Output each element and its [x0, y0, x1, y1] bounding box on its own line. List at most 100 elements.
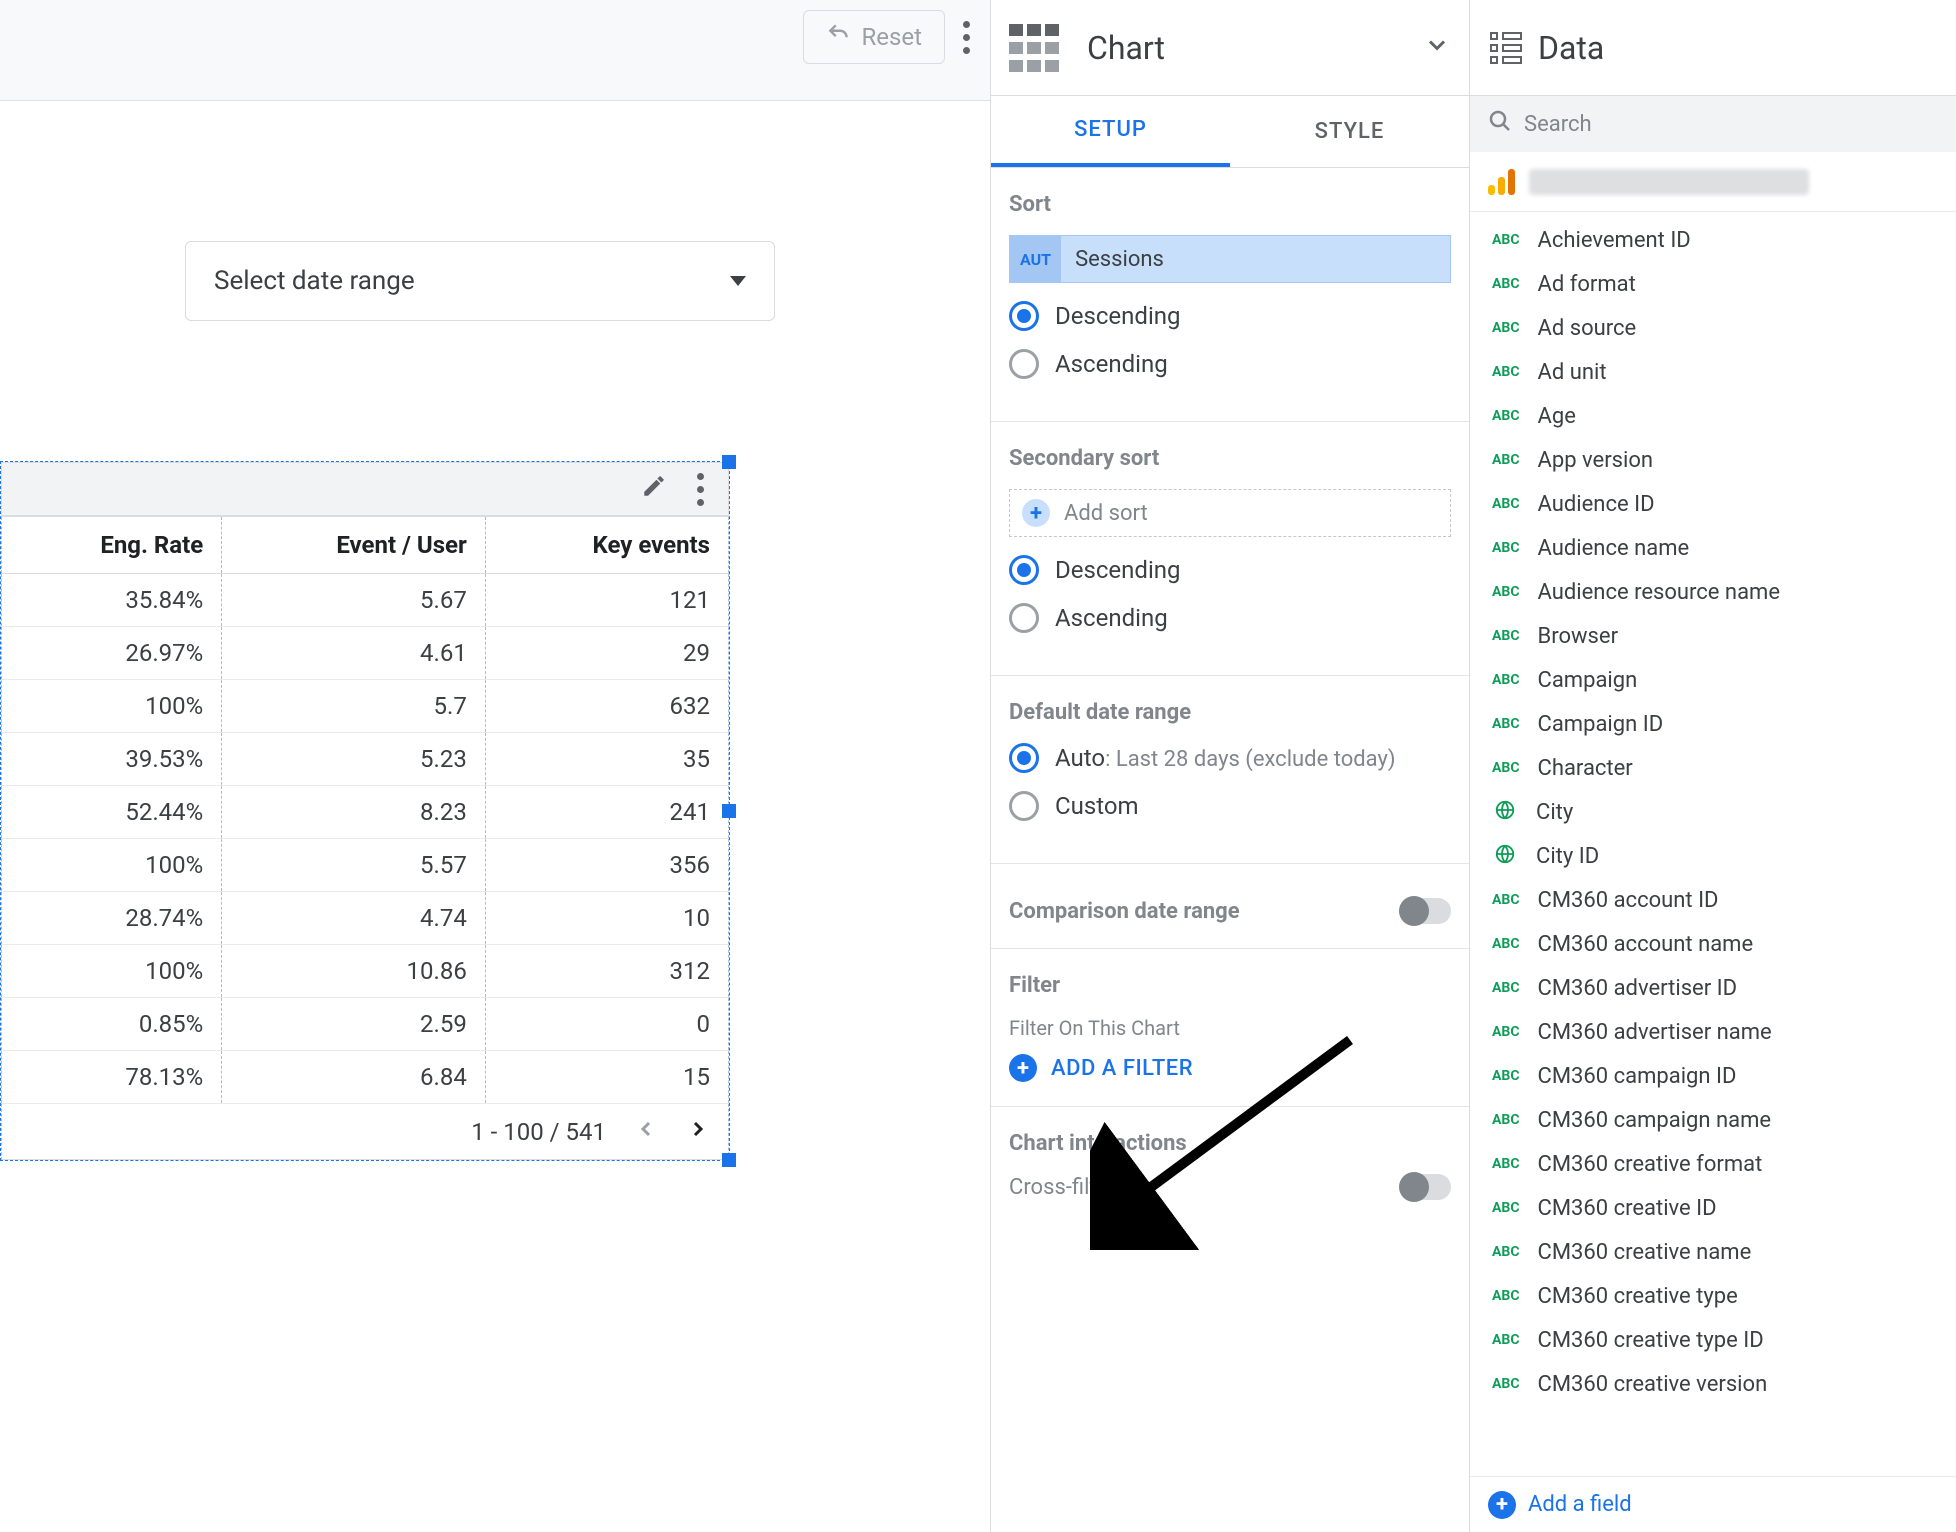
table-cell: 312: [485, 945, 728, 998]
field-label: App version: [1538, 448, 1654, 473]
next-page-button[interactable]: [686, 1114, 710, 1149]
chart-more-options[interactable]: [697, 473, 704, 506]
table-chart-selected[interactable]: Eng. RateEvent / UserKey events 35.84%5.…: [0, 461, 730, 1161]
data-panel-icon: [1490, 32, 1522, 64]
data-source-row[interactable]: [1470, 152, 1956, 212]
section-default-date-range: Default date range Auto: Last 28 days (e…: [991, 676, 1469, 864]
edit-icon[interactable]: [641, 473, 667, 506]
secondary-sort-ascending-radio[interactable]: Ascending: [1009, 603, 1451, 633]
table-row[interactable]: 28.74%4.7410: [2, 892, 729, 945]
data-panel: Data Search ABCAchievement IDABCAd forma…: [1470, 0, 1956, 1532]
field-item[interactable]: ABCCM360 account ID: [1470, 878, 1956, 922]
table-row[interactable]: 52.44%8.23241: [2, 786, 729, 839]
date-range-custom-radio[interactable]: Custom: [1009, 791, 1451, 821]
field-item[interactable]: ABCAudience ID: [1470, 482, 1956, 526]
table-column-header[interactable]: Key events: [485, 517, 728, 574]
sort-ascending-radio[interactable]: Ascending: [1009, 349, 1451, 379]
tab-style[interactable]: STYLE: [1230, 96, 1469, 167]
field-label: CM360 creative ID: [1538, 1196, 1717, 1221]
comparison-date-range-toggle[interactable]: [1399, 898, 1451, 924]
field-item[interactable]: ABCAd unit: [1470, 350, 1956, 394]
chart-type-selector[interactable]: Chart: [991, 0, 1469, 96]
table-cell: 356: [485, 839, 728, 892]
text-type-icon: ABC: [1488, 362, 1524, 382]
field-item[interactable]: ABCCM360 campaign ID: [1470, 1054, 1956, 1098]
table-row[interactable]: 39.53%5.2335: [2, 733, 729, 786]
table-row[interactable]: 0.85%2.590: [2, 998, 729, 1051]
field-item[interactable]: ABCAudience name: [1470, 526, 1956, 570]
field-item[interactable]: ABCCampaign ID: [1470, 702, 1956, 746]
field-item[interactable]: ABCCM360 creative version: [1470, 1362, 1956, 1406]
add-field-button[interactable]: + Add a field: [1470, 1476, 1956, 1532]
field-item[interactable]: ABCBrowser: [1470, 614, 1956, 658]
table-column-header[interactable]: Eng. Rate: [2, 517, 222, 574]
date-range-auto-radio[interactable]: Auto: Last 28 days (exclude today): [1009, 743, 1451, 773]
table-cell: 121: [485, 574, 728, 627]
sort-field-chip[interactable]: AUT Sessions: [1009, 235, 1451, 283]
field-item[interactable]: ABCCM360 advertiser name: [1470, 1010, 1956, 1054]
field-label: CM360 creative format: [1538, 1152, 1763, 1177]
field-label: Browser: [1538, 624, 1619, 649]
table-cell: 10.86: [222, 945, 486, 998]
prev-page-button[interactable]: [634, 1114, 658, 1149]
data-table: Eng. RateEvent / UserKey events 35.84%5.…: [1, 516, 729, 1104]
table-row[interactable]: 100%5.7632: [2, 680, 729, 733]
field-item[interactable]: ABCCM360 creative ID: [1470, 1186, 1956, 1230]
filter-subtitle: Filter On This Chart: [1009, 1016, 1451, 1040]
field-item[interactable]: ABC Ad source: [1470, 306, 1956, 350]
table-column-header[interactable]: Event / User: [222, 517, 486, 574]
field-item[interactable]: ABCCM360 creative format: [1470, 1142, 1956, 1186]
field-item[interactable]: ABCCM360 account name: [1470, 922, 1956, 966]
field-item[interactable]: ABCCM360 creative type ID: [1470, 1318, 1956, 1362]
table-row[interactable]: 26.97%4.6129: [2, 627, 729, 680]
table-cell: 632: [485, 680, 728, 733]
more-options-button[interactable]: [963, 21, 970, 54]
field-item[interactable]: ABCCM360 creative type: [1470, 1274, 1956, 1318]
date-range-control[interactable]: Select date range: [185, 241, 775, 321]
section-chart-interactions: Chart interactions Cross-filtering: [991, 1107, 1469, 1224]
field-item[interactable]: ABCCM360 campaign name: [1470, 1098, 1956, 1142]
report-canvas: Reset Select date range: [0, 0, 990, 1532]
field-item[interactable]: ABCAchievement ID: [1470, 218, 1956, 262]
field-item[interactable]: ABCCM360 advertiser ID: [1470, 966, 1956, 1010]
reset-button[interactable]: Reset: [803, 10, 945, 64]
field-item[interactable]: ABCAudience resource name: [1470, 570, 1956, 614]
field-item[interactable]: ABCAge: [1470, 394, 1956, 438]
field-item[interactable]: City: [1470, 790, 1956, 834]
secondary-sort-descending-radio[interactable]: Descending: [1009, 555, 1451, 585]
field-label: Ad source: [1538, 316, 1637, 341]
selection-handle[interactable]: [722, 455, 736, 469]
text-type-icon: ABC: [1488, 890, 1524, 910]
pagination-range: 1 - 100 / 541: [471, 1118, 606, 1146]
field-item[interactable]: City ID: [1470, 834, 1956, 878]
field-item[interactable]: ABCCampaign: [1470, 658, 1956, 702]
text-type-icon: ABC: [1488, 318, 1524, 338]
undo-icon: [826, 21, 852, 53]
text-type-icon: ABC: [1488, 274, 1524, 294]
field-label: City: [1536, 800, 1573, 825]
fields-search-input[interactable]: Search: [1470, 96, 1956, 152]
chart-action-bar: [1, 462, 729, 516]
field-item[interactable]: ABCAd format: [1470, 262, 1956, 306]
field-item[interactable]: ABCCM360 creative name: [1470, 1230, 1956, 1274]
cross-filtering-toggle[interactable]: [1399, 1174, 1451, 1200]
text-type-icon: ABC: [1488, 1066, 1524, 1086]
table-cell: 26.97%: [2, 627, 222, 680]
data-panel-title: Data: [1538, 29, 1604, 67]
sort-descending-radio[interactable]: Descending: [1009, 301, 1451, 331]
add-filter-button[interactable]: + ADD A FILTER: [1009, 1054, 1451, 1082]
selection-handle[interactable]: [722, 804, 736, 818]
chart-type-label: Chart: [1087, 29, 1405, 67]
selection-handle[interactable]: [722, 1153, 736, 1167]
add-secondary-sort-button[interactable]: + Add sort: [1009, 489, 1451, 537]
table-row[interactable]: 35.84%5.67121: [2, 574, 729, 627]
table-cell: 0.85%: [2, 998, 222, 1051]
table-row[interactable]: 78.13%6.8415: [2, 1051, 729, 1104]
chevron-down-icon: [1423, 31, 1451, 65]
date-range-label: Select date range: [214, 266, 415, 296]
field-item[interactable]: ABCCharacter: [1470, 746, 1956, 790]
table-row[interactable]: 100%10.86312: [2, 945, 729, 998]
tab-setup[interactable]: SETUP: [991, 96, 1230, 167]
field-item[interactable]: ABCApp version: [1470, 438, 1956, 482]
table-row[interactable]: 100%5.57356: [2, 839, 729, 892]
